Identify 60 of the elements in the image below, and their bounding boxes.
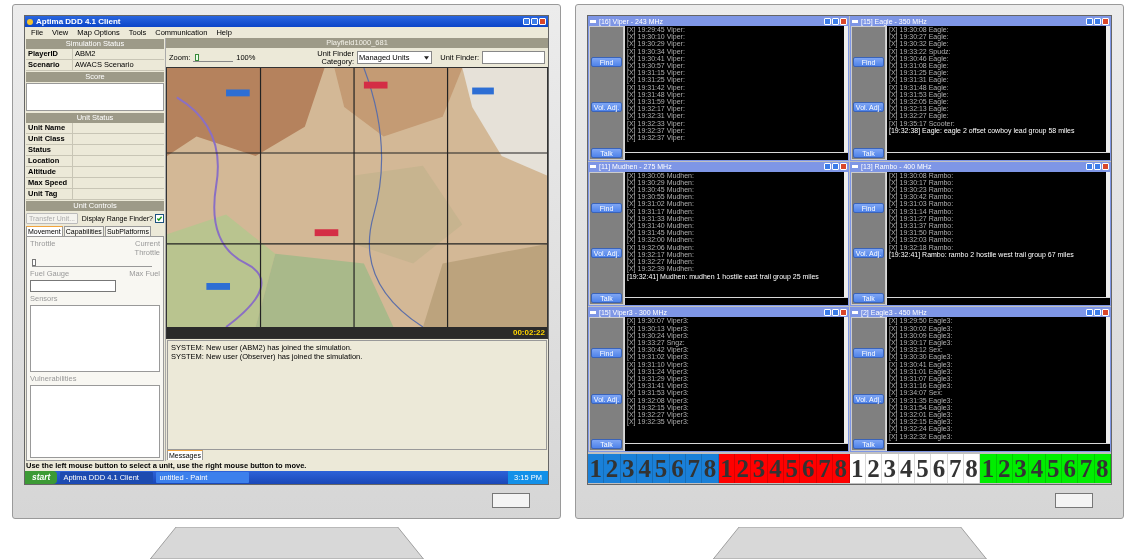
minimize-icon[interactable]: [824, 163, 831, 171]
number-key[interactable]: 6: [800, 454, 817, 483]
maximize-icon[interactable]: [832, 17, 839, 25]
window-icon: [852, 310, 858, 314]
close-icon[interactable]: [840, 163, 847, 171]
maximize-icon[interactable]: [832, 308, 839, 316]
number-key[interactable]: 6: [931, 454, 948, 483]
maximize-icon[interactable]: [1094, 17, 1101, 25]
unit-finder-dropdown[interactable]: [482, 51, 545, 64]
window-icon: [852, 19, 858, 23]
number-key[interactable]: 4: [1029, 454, 1046, 483]
window-icon: [852, 165, 858, 169]
number-key[interactable]: 3: [882, 454, 899, 483]
number-key[interactable]: 7: [686, 454, 703, 483]
number-key[interactable]: 2: [604, 454, 621, 483]
monitor-button[interactable]: [1055, 493, 1093, 508]
number-key[interactable]: 8: [702, 454, 719, 483]
minimize-icon[interactable]: [1086, 163, 1093, 171]
number-key[interactable]: 7: [1078, 454, 1095, 483]
monitor-button[interactable]: [492, 493, 530, 508]
caret-icon: [424, 55, 429, 60]
close-icon[interactable]: [539, 18, 546, 25]
throttle-slider[interactable]: [32, 259, 152, 267]
maximize-icon[interactable]: [531, 18, 538, 25]
maximize-icon[interactable]: [1094, 163, 1101, 171]
number-key[interactable]: 1: [588, 454, 605, 483]
minimize-icon[interactable]: [523, 18, 530, 25]
maximize-icon[interactable]: [1094, 308, 1101, 316]
close-icon[interactable]: [840, 17, 847, 25]
number-key[interactable]: 8: [833, 454, 850, 483]
close-icon[interactable]: [840, 308, 847, 316]
number-key[interactable]: 1: [980, 454, 997, 483]
number-key[interactable]: 2: [735, 454, 752, 483]
minimize-icon[interactable]: [824, 308, 831, 316]
number-key[interactable]: 5: [784, 454, 801, 483]
close-icon[interactable]: [1102, 17, 1109, 25]
window-icon: [590, 19, 596, 23]
window-icon: [590, 310, 596, 314]
close-icon[interactable]: [1102, 308, 1109, 316]
message-input[interactable]: [887, 152, 1110, 160]
maximize-icon[interactable]: [832, 163, 839, 171]
number-key[interactable]: 5: [653, 454, 670, 483]
close-icon[interactable]: [1102, 163, 1109, 171]
message-input[interactable]: [887, 444, 1110, 451]
minimize-icon[interactable]: [1086, 17, 1093, 25]
simulation-clock: 00:02:22: [512, 328, 545, 337]
minimize-icon[interactable]: [824, 17, 831, 25]
minimize-icon[interactable]: [1086, 308, 1093, 316]
window-title: Aptima DDD 4.1 Client: [36, 17, 122, 26]
message-input[interactable]: [887, 298, 1110, 306]
window-icon: [590, 165, 596, 169]
number-key[interactable]: 4: [637, 454, 654, 483]
message-input[interactable]: [625, 444, 848, 451]
number-key[interactable]: 3: [751, 454, 768, 483]
zoom-slider[interactable]: [193, 53, 234, 62]
checkbox[interactable]: [155, 213, 164, 223]
message-input[interactable]: [625, 152, 848, 160]
app-icon: [27, 18, 33, 25]
message-input[interactable]: [625, 298, 848, 306]
start-button[interactable]: start: [25, 471, 58, 484]
